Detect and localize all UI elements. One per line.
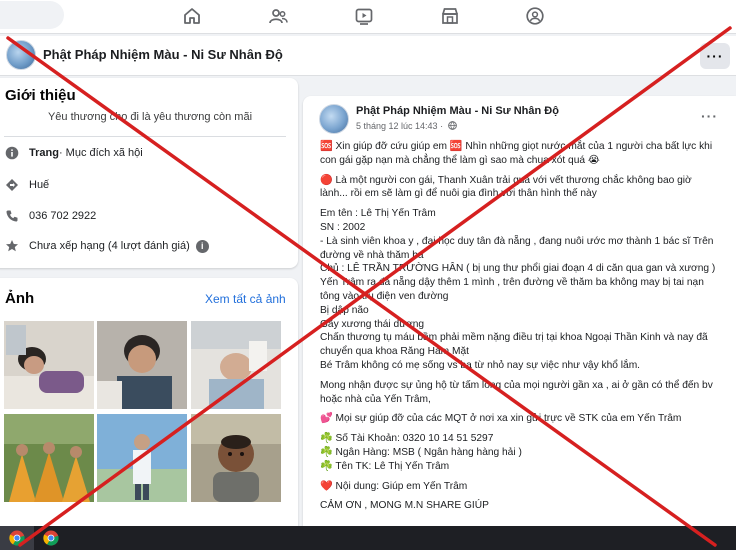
post-time[interactable]: 5 tháng 12 lúc 14:43 · <box>356 121 443 131</box>
photos-heading: Ảnh <box>5 290 35 307</box>
post-author-avatar[interactable] <box>319 104 349 134</box>
intro-rating: Chưa xếp hạng (4 lượt đánh giá) i <box>4 237 209 255</box>
intro-phone: 036 702 2922 <box>4 207 96 225</box>
post-body: 🆘 Xin giúp đỡ cứu giúp em 🆘 Nhìn những g… <box>320 140 720 513</box>
post-line: ❤️ Nội dung: Giúp em Yến Trâm <box>320 480 468 492</box>
post-line: CẢM ƠN , MONG M.N SHARE GIÚP <box>320 500 489 512</box>
friends-icon[interactable] <box>265 4 291 28</box>
page-type-label: Trang <box>29 147 59 159</box>
intro-page-type: Trang · Mục đích xã hội <box>4 144 143 162</box>
home-icon[interactable] <box>179 4 205 28</box>
post-line: Chấn thương tụ máu bầm phải mềm nặng điề… <box>320 332 708 358</box>
location-arrow-icon <box>4 177 20 193</box>
video-icon[interactable] <box>351 4 377 28</box>
post-line: Mong nhận được sự ủng hộ từ tấm lòng của… <box>320 379 713 405</box>
location-text[interactable]: Huế <box>29 179 49 191</box>
more-options-button[interactable]: ··· <box>700 43 730 69</box>
post-author[interactable]: Phật Pháp Nhiệm Màu - Ni Sư Nhân Độ <box>356 105 559 117</box>
post-line: 💕 Mọi sự giúp đỡ của các MQT ở nơi xa xi… <box>320 413 682 425</box>
post-line: Chủ : LÊ TRẦN TRƯỜNG HÂN ( bị ung thư ph… <box>320 263 716 302</box>
post-line: 🔴 Là một người con gái, Thanh Xuân trải … <box>320 174 692 200</box>
post-line: Bị dập não <box>320 304 369 316</box>
post-more-options[interactable]: ··· <box>701 108 718 124</box>
marketplace-icon[interactable] <box>437 4 463 28</box>
photo-thumbnail[interactable] <box>191 414 281 502</box>
intro-heading: Giới thiệu <box>5 87 76 104</box>
os-taskbar <box>0 526 736 550</box>
see-all-photos-link[interactable]: Xem tất cả ảnh <box>205 292 286 306</box>
top-navigation-bar <box>0 0 736 34</box>
intro-location: Huế <box>4 176 49 194</box>
rating-text: Chưa xếp hạng (4 lượt đánh giá) <box>29 240 190 252</box>
photo-thumbnail[interactable] <box>4 414 94 502</box>
info-circle-icon <box>4 145 20 161</box>
photo-thumbnail[interactable] <box>191 321 281 409</box>
post-line: ☘️ Tên TK: Lê Thị Yến Trâm <box>320 460 450 472</box>
post-line: Gãy xương thái dương <box>320 318 425 330</box>
intro-card: Giới thiệu Yêu thương cho đi là yêu thươ… <box>0 78 298 268</box>
post-line: ☘️ Số Tài Khoản: 0320 10 14 51 5297 <box>320 433 494 445</box>
search-box[interactable] <box>0 1 64 29</box>
phone-icon <box>4 208 20 224</box>
phone-number[interactable]: 036 702 2922 <box>29 210 96 222</box>
globe-icon <box>447 121 457 132</box>
post-line: ☘️ Ngân Hàng: MSB ( Ngân hàng hàng hải ) <box>320 446 522 458</box>
photo-thumbnail[interactable] <box>97 321 187 409</box>
post-line: - Là sinh viên khoa y , đại học duy tân … <box>320 235 714 261</box>
chrome-icon[interactable] <box>0 526 34 550</box>
post-line: Em tên : Lê Thị Yến Trâm <box>320 208 436 220</box>
page-avatar[interactable] <box>6 40 36 70</box>
photos-card: Ảnh Xem tất cả ảnh <box>0 278 298 538</box>
info-icon[interactable]: i <box>195 239 209 253</box>
page-title[interactable]: Phật Pháp Nhiệm Màu - Ni Sư Nhân Độ <box>43 47 283 62</box>
page-category: · Mục đích xã hội <box>58 147 143 159</box>
page-header-bar: Phật Pháp Nhiệm Màu - Ni Sư Nhân Độ ··· <box>0 36 736 76</box>
intro-bio: Yêu thương cho đi là yêu thương còn mãi <box>47 111 253 123</box>
star-icon <box>4 238 20 254</box>
post-timestamp[interactable]: 5 tháng 12 lúc 14:43 · <box>356 121 457 132</box>
post-line: 🆘 Xin giúp đỡ cứu giúp em 🆘 Nhìn những g… <box>320 141 713 166</box>
divider <box>4 136 286 137</box>
groups-icon[interactable] <box>522 4 548 28</box>
post-line: Bé Trâm không có mẹ sống vs ba từ nhỏ na… <box>320 359 641 371</box>
photo-thumbnail[interactable] <box>4 321 94 409</box>
chrome-icon[interactable] <box>34 526 68 550</box>
post-line: SN : 2002 <box>320 221 366 233</box>
photo-thumbnail[interactable] <box>97 414 187 502</box>
post-card: Phật Pháp Nhiệm Màu - Ni Sư Nhân Độ 5 th… <box>303 96 736 536</box>
